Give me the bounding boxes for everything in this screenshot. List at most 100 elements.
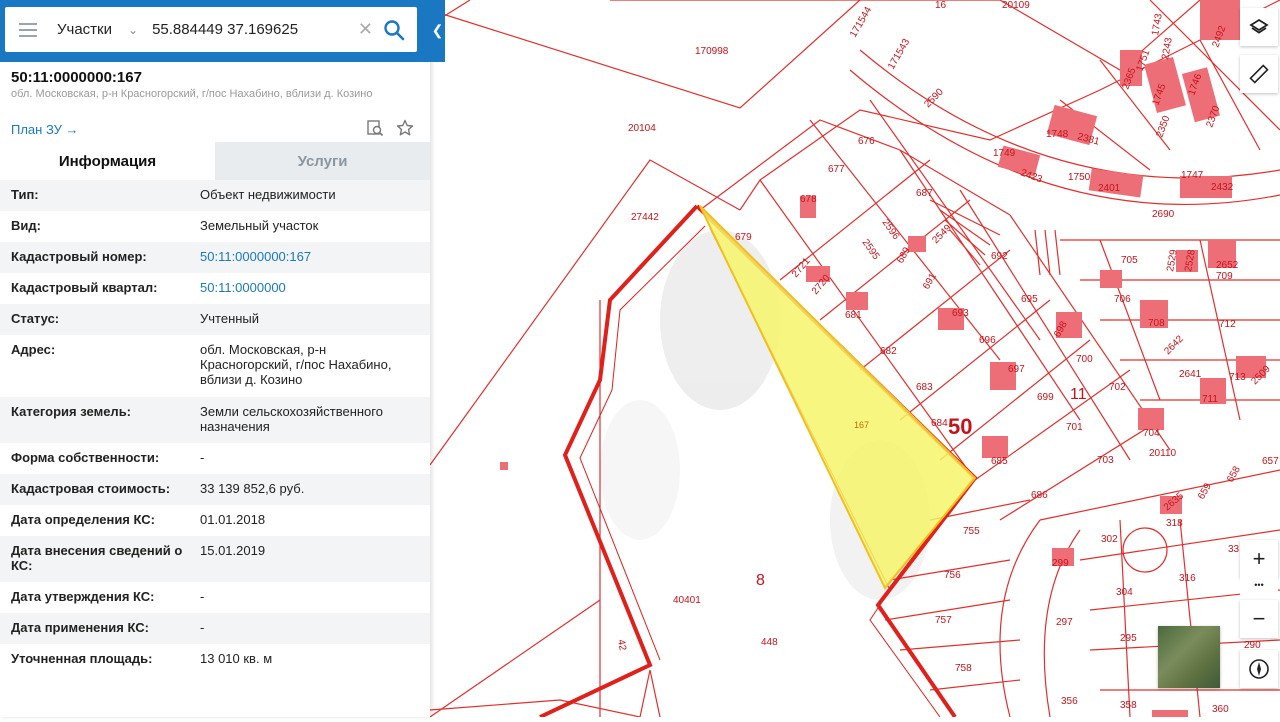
document-search-icon[interactable] — [366, 119, 384, 137]
cadastral-number-title: 50:11:0000000:167 — [11, 69, 142, 86]
parcel-label: 709 — [1216, 271, 1233, 282]
tab-services[interactable]: Услуги — [215, 142, 430, 180]
parcel-label: 696 — [979, 335, 996, 346]
info-value: 15.01.2019 — [200, 543, 266, 558]
parcel-label: 1749 — [993, 148, 1016, 159]
chevron-down-icon: ⌄ — [128, 22, 139, 37]
info-key: Кадастровая стоимость: — [11, 481, 171, 496]
parcel-label: 756 — [944, 570, 961, 581]
parcel-label: 2432 — [1211, 182, 1234, 193]
parcel-label: 708 — [1148, 318, 1165, 329]
parcel-label: 701 — [1066, 422, 1083, 433]
info-value: - — [200, 620, 205, 635]
info-value: 13 010 кв. м — [200, 651, 273, 666]
parcel-label: 706 — [1114, 294, 1131, 305]
info-value: 33 139 852,6 руб. — [200, 481, 305, 496]
ruler-icon — [1249, 64, 1269, 84]
info-value: Земельный участок — [200, 218, 319, 233]
info-row: Адрес: обл. Московская, р-н Красногорский… — [0, 335, 430, 397]
info-row: Вид: Земельный участок — [0, 211, 430, 242]
compass-icon — [1249, 659, 1269, 679]
parcel-label: 687 — [916, 188, 933, 199]
menu-icon[interactable] — [19, 22, 37, 37]
parcel-label: 360 — [1212, 704, 1229, 715]
info-key: Кадастровый номер: — [11, 249, 147, 264]
info-value-link[interactable]: 50:11:0000000 — [200, 280, 430, 304]
parcel-label: 304 — [1116, 587, 1133, 598]
panel-tabs: Информация Услуги — [0, 142, 430, 180]
parcel-label: 40401 — [673, 595, 701, 606]
parcel-label: 299 — [1052, 558, 1069, 569]
search-bar: Участки ⌄ 55.884449 37.169625 ✕ ❮ — [0, 0, 445, 62]
parcel-label: 358 — [1120, 700, 1137, 711]
info-value: Объект недвижимости — [200, 187, 336, 202]
info-key: Адрес: — [11, 342, 56, 357]
info-key: Дата определения КС: — [11, 512, 155, 527]
info-row: Категория земель: Земли сельскохозяйствен… — [0, 397, 430, 443]
info-value: Учтенный — [200, 311, 260, 326]
selected-parcel-label: 167 — [854, 420, 869, 430]
star-icon[interactable] — [396, 119, 414, 137]
layers-button[interactable] — [1240, 8, 1278, 46]
info-key: Вид: — [11, 218, 41, 233]
info-value: Земли сельскохозяйственного назначения — [200, 404, 383, 434]
chevron-left-icon: ❮ — [431, 21, 444, 38]
parcel-label: 2652 — [1216, 260, 1239, 271]
parcel-label: 2690 — [1152, 209, 1175, 220]
more-button[interactable]: ••• — [1240, 570, 1278, 600]
info-row: Уточненная площадь: 13 010 кв. м — [0, 644, 430, 675]
satellite-minimap[interactable] — [1158, 626, 1220, 688]
collapse-panel-button[interactable]: ❮ — [430, 15, 445, 45]
parcel-label: 356 — [1061, 696, 1078, 707]
info-row: Дата утверждения КС: - — [0, 582, 430, 613]
parcel-label: 755 — [963, 526, 980, 537]
info-key: Форма собственности: — [11, 450, 160, 465]
info-row: Дата определения КС: 01.01.2018 — [0, 505, 430, 536]
address-subtitle: обл. Московская, р-н Красногорский, г/по… — [11, 88, 373, 100]
parcel-label: 448 — [761, 637, 778, 648]
parcel-label: 683 — [916, 382, 933, 393]
parcel-label: 27442 — [631, 212, 659, 223]
info-key: Кадастровый квартал: — [11, 280, 158, 295]
info-row: Дата применения КС: - — [0, 613, 430, 644]
plan-link[interactable]: План ЗУ → — [11, 122, 79, 137]
parcel-label: 682 — [880, 346, 897, 357]
search-input[interactable]: 55.884449 37.169625 — [152, 21, 358, 38]
info-key: Дата внесения сведений о КС: — [11, 543, 183, 573]
info-value-link[interactable]: 50:11:0000000:167 — [200, 249, 430, 273]
parcel-label: 678 — [800, 194, 817, 205]
info-value: - — [200, 450, 205, 465]
parcel-label: 318 — [1166, 518, 1183, 529]
info-row: Тип: Объект недвижимости — [0, 180, 430, 211]
tab-information[interactable]: Информация — [0, 142, 215, 180]
info-row: Статус: Учтенный — [0, 304, 430, 335]
clear-icon[interactable]: ✕ — [358, 19, 373, 40]
parcel-label: 704 — [1143, 428, 1160, 439]
parcel-label: 712 — [1219, 319, 1236, 330]
parcel-label: 1750 — [1068, 172, 1091, 183]
info-row: Кадастровый квартал: 50:11:0000000 — [0, 273, 430, 304]
layer-select[interactable]: Участки ⌄ — [57, 21, 138, 38]
parcel-label: 693 — [952, 308, 969, 319]
parcel-label: 16 — [935, 0, 947, 11]
info-key: Уточненная площадь: — [11, 651, 153, 666]
parcel-label: 703 — [1097, 455, 1114, 466]
layer-select-label: Участки — [57, 21, 112, 38]
parcel-label: 2641 — [1179, 369, 1202, 380]
zoom-out-button[interactable]: − — [1240, 600, 1278, 638]
arrow-right-icon: → — [65, 122, 79, 137]
info-key: Статус: — [11, 311, 60, 326]
parcel-label: 1747 — [1181, 170, 1204, 181]
parcel-label: 316 — [1179, 573, 1196, 584]
search-icon[interactable] — [383, 19, 405, 41]
parcel-label: 33 — [1228, 544, 1240, 555]
parcel-label: 297 — [1056, 617, 1073, 628]
parcel-label: 681 — [845, 310, 862, 321]
compass-button[interactable] — [1240, 650, 1278, 688]
parcel-label: 2401 — [1098, 183, 1121, 194]
parcel-label: 697 — [1008, 364, 1025, 375]
info-value: обл. Московская, р-н Красногорский, г/по… — [200, 342, 392, 387]
parcel-label: 684 — [931, 418, 948, 429]
parcel-label: 295 — [1120, 633, 1137, 644]
ruler-button[interactable] — [1240, 55, 1278, 93]
